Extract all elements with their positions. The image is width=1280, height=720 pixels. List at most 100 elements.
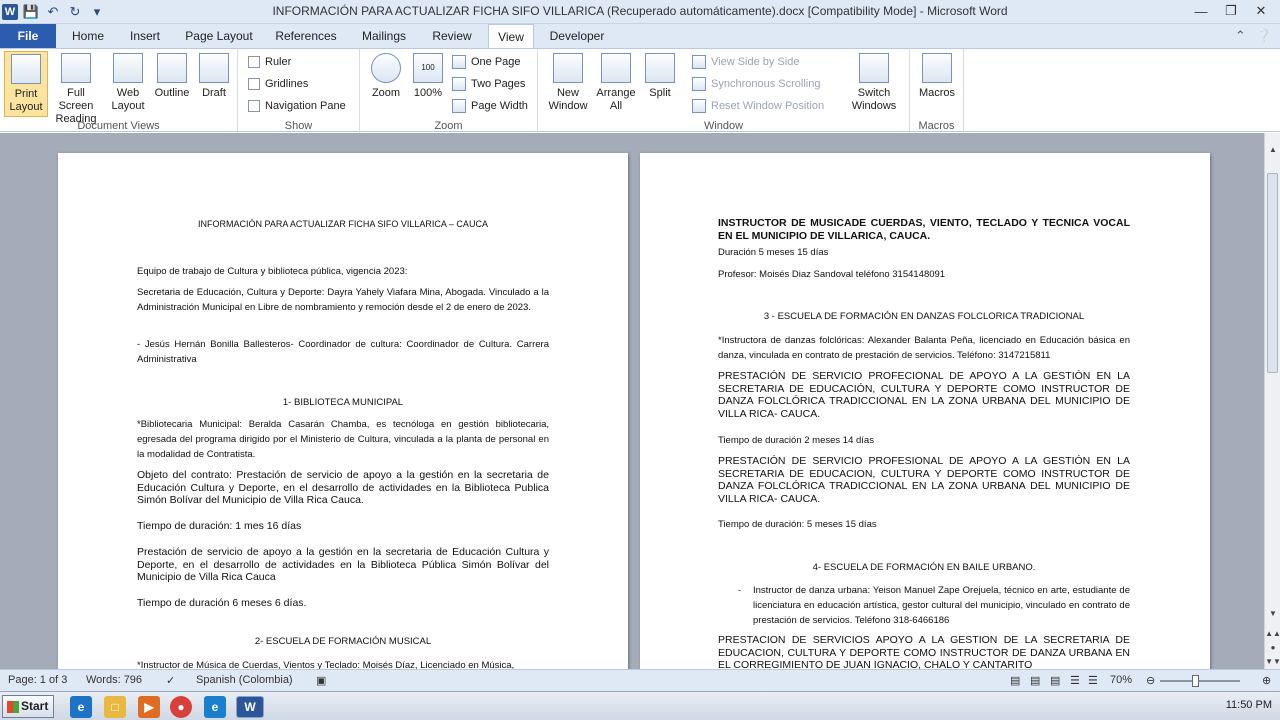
reset-position-icon (692, 99, 706, 113)
page-width-button[interactable]: Page Width (452, 97, 528, 115)
scroll-down-icon[interactable]: ▼ (1265, 607, 1280, 621)
document-area[interactable]: INFORMACIÓN PARA ACTUALIZAR FICHA SIFO V… (0, 133, 1264, 669)
navigation-pane-checkbox[interactable]: Navigation Pane (248, 97, 346, 115)
internet-explorer-icon[interactable]: e (70, 696, 92, 718)
group-label-zoom: Zoom (434, 120, 463, 132)
macros-button[interactable]: Macros (915, 51, 959, 117)
view-print-layout-icon[interactable]: ▤ (1010, 674, 1020, 687)
print-layout-icon (11, 54, 41, 84)
document-page-1[interactable]: INFORMACIÓN PARA ACTUALIZAR FICHA SIFO V… (58, 153, 628, 669)
new-window-button[interactable]: New Window (544, 51, 592, 117)
window-title: INFORMACIÓN PARA ACTUALIZAR FICHA SIFO V… (272, 4, 1008, 18)
tab-mailings[interactable]: Mailings (356, 24, 412, 48)
minimize-icon[interactable]: — (1186, 0, 1216, 22)
taskbar: Start e □ ▶ ● e W 11:50 PM (0, 691, 1280, 720)
word-count[interactable]: Words: 796 (86, 674, 142, 686)
synchronous-scrolling-button[interactable]: Synchronous Scrolling (692, 75, 820, 93)
view-web-layout-icon[interactable]: ▤ (1050, 674, 1060, 687)
chrome-icon[interactable]: ● (170, 696, 192, 718)
zoom-slider[interactable] (1160, 680, 1240, 682)
group-label-document-views: Document Views (77, 120, 160, 132)
sync-scroll-icon (692, 77, 706, 91)
group-label-macros: Macros (918, 120, 955, 132)
select-browse-object-icon[interactable]: ● (1265, 641, 1280, 655)
minimize-ribbon-icon[interactable]: ⌃ (1235, 28, 1246, 44)
status-bar: Page: 1 of 3 Words: 796 ✓ Spanish (Colom… (0, 669, 1280, 691)
macro-record-icon[interactable]: ▣ (316, 674, 326, 687)
two-pages-icon (452, 77, 466, 91)
tab-file[interactable]: File (0, 24, 56, 48)
section-heading: INSTRUCTOR DE MUSICADE CUERDAS, VIENTO, … (718, 217, 1130, 242)
paragraph: *Bibliotecaria Municipal: Beralda Casará… (137, 419, 549, 460)
zoom-button[interactable]: Zoom (364, 51, 408, 117)
split-button[interactable]: Split (638, 51, 682, 117)
arrange-all-icon (601, 53, 631, 83)
reset-window-position-button[interactable]: Reset Window Position (692, 97, 824, 115)
paragraph: *Instructora de danzas folclóricas: Alex… (718, 335, 1130, 361)
full-screen-reading-icon (61, 53, 91, 83)
tab-view[interactable]: View (488, 24, 534, 49)
section-heading: 4- ESCUELA DE FORMACIÓN EN BAILE URBANO. (812, 562, 1036, 573)
view-outline-icon[interactable]: ☰ (1070, 674, 1080, 687)
paragraph: - Jesús Hernán Bonilla Ballesteros- Coor… (137, 339, 549, 365)
zoom-out-icon[interactable]: ⊖ (1146, 674, 1155, 687)
checkbox-icon (248, 56, 260, 68)
zoom-100-icon: 100 (413, 53, 443, 83)
view-full-screen-icon[interactable]: ▤ (1030, 674, 1040, 687)
ribbon: Print Layout Full Screen Reading Web Lay… (0, 48, 1280, 133)
paragraph: PRESTACIÓN DE SERVICIO PROFESIONAL DE AP… (718, 455, 1130, 505)
media-player-icon[interactable]: ▶ (138, 696, 160, 718)
paragraph: Tiempo de duración 6 meses 6 días. (137, 597, 307, 609)
arrange-all-button[interactable]: Arrange All (592, 51, 640, 117)
zoom-in-icon[interactable]: ⊕ (1262, 674, 1271, 687)
proofing-icon[interactable]: ✓ (166, 674, 175, 687)
two-pages-button[interactable]: Two Pages (452, 75, 525, 93)
edge-icon[interactable]: e (204, 696, 226, 718)
draft-button[interactable]: Draft (192, 51, 236, 117)
tab-insert[interactable]: Insert (124, 24, 166, 48)
view-side-by-side-button[interactable]: View Side by Side (692, 53, 799, 71)
word-taskbar-icon[interactable]: W (236, 696, 264, 718)
close-icon[interactable]: ✕ (1246, 0, 1276, 22)
help-icon[interactable]: ❔ (1256, 28, 1272, 44)
tab-references[interactable]: References (272, 24, 340, 48)
magnifier-icon (371, 53, 401, 83)
full-screen-reading-button[interactable]: Full Screen Reading (50, 51, 102, 125)
zoom-level[interactable]: 70% (1110, 674, 1132, 686)
view-draft-icon[interactable]: ☰ (1088, 674, 1098, 687)
print-layout-button[interactable]: Print Layout (4, 51, 48, 117)
checkbox-icon (248, 78, 260, 90)
paragraph: PRESTACIÓN DE SERVICIO PROFECIONAL DE AP… (718, 370, 1130, 420)
paragraph: Equipo de trabajo de Cultura y bibliotec… (137, 266, 408, 277)
web-layout-button[interactable]: Web Layout (106, 51, 150, 117)
gridlines-checkbox[interactable]: Gridlines (248, 75, 308, 93)
outline-button[interactable]: Outline (150, 51, 194, 117)
tab-home[interactable]: Home (68, 24, 108, 48)
page-count[interactable]: Page: 1 of 3 (8, 674, 67, 686)
previous-page-icon[interactable]: ▲▲ (1265, 627, 1280, 641)
document-page-2[interactable]: INSTRUCTOR DE MUSICADE CUERDAS, VIENTO, … (640, 153, 1210, 669)
file-explorer-icon[interactable]: □ (104, 696, 126, 718)
next-page-icon[interactable]: ▼▼ (1265, 655, 1280, 669)
group-show: Ruler Gridlines Navigation Pane Show (238, 49, 360, 133)
ruler-checkbox[interactable]: Ruler (248, 53, 291, 71)
switch-windows-button[interactable]: Switch Windows (840, 51, 908, 117)
paragraph: *Instructor de Música de Cuerdas, Viento… (137, 660, 515, 669)
maximize-icon[interactable]: ❐ (1216, 0, 1246, 22)
scroll-up-icon[interactable]: ▲ (1265, 143, 1280, 157)
tab-developer[interactable]: Developer (546, 24, 608, 48)
start-button[interactable]: Start (2, 695, 54, 718)
vertical-scrollbar[interactable]: ▲ ▼ ▲▲ ● ▼▼ (1264, 133, 1280, 669)
zoom-slider-knob[interactable] (1192, 675, 1199, 687)
language-indicator[interactable]: Spanish (Colombia) (196, 674, 293, 686)
tab-page-layout[interactable]: Page Layout (182, 24, 256, 48)
zoom-100-button[interactable]: 100 100% (406, 51, 450, 117)
system-clock[interactable]: 11:50 PM (1226, 699, 1272, 711)
tab-review[interactable]: Review (428, 24, 476, 48)
web-layout-icon (113, 53, 143, 83)
paragraph: Duración 5 meses 15 días (718, 247, 829, 258)
scrollbar-thumb[interactable] (1267, 173, 1278, 373)
group-zoom: Zoom 100 100% One Page Two Pages Page Wi… (360, 49, 538, 133)
paragraph: Profesor: Moisés Diaz Sandoval teléfono … (718, 269, 946, 280)
one-page-button[interactable]: One Page (452, 53, 521, 71)
